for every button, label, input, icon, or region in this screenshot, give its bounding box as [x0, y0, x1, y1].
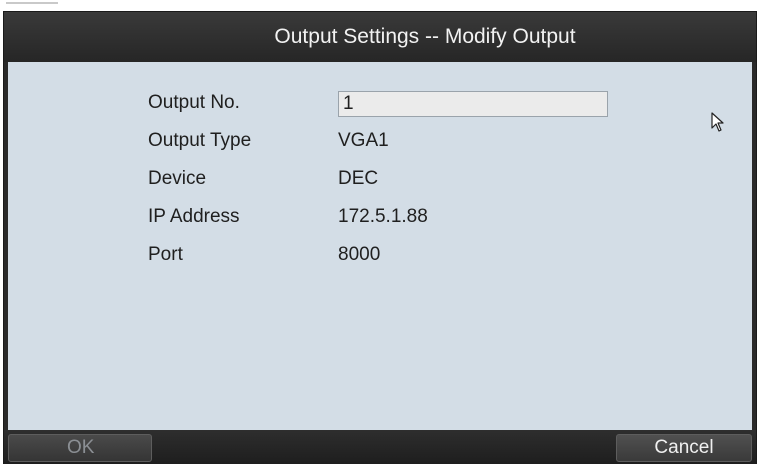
output-type-value: VGA1: [338, 130, 389, 151]
top-strip-mark: [6, 2, 58, 4]
ip-address-value: 172.5.1.88: [338, 206, 428, 227]
port-value: 8000: [338, 244, 381, 265]
mouse-pointer-icon: [711, 112, 724, 132]
port-label: Port: [148, 244, 183, 265]
device-row: Device DEC: [8, 164, 752, 194]
ip-address-row: IP Address 172.5.1.88: [8, 202, 752, 232]
output-no-input[interactable]: [338, 91, 608, 117]
modify-output-dialog: Output Settings -- Modify Output Output …: [4, 12, 756, 464]
output-no-row: Output No.: [8, 88, 752, 118]
device-label: Device: [148, 168, 207, 189]
screen-top-strip: [0, 0, 760, 12]
ip-address-label: IP Address: [148, 206, 240, 227]
ok-button[interactable]: OK: [8, 434, 152, 462]
output-no-label: Output No.: [148, 92, 240, 113]
cancel-button[interactable]: Cancel: [616, 434, 752, 462]
dialog-footer: OK Cancel: [4, 430, 756, 464]
dialog-body: Output No. Output Type VGA1 Device DEC I…: [8, 62, 752, 430]
output-type-label: Output Type: [148, 130, 252, 151]
device-value: DEC: [338, 168, 379, 189]
dialog-title: Output Settings -- Modify Output: [4, 12, 756, 62]
output-type-row: Output Type VGA1: [8, 126, 752, 156]
port-row: Port 8000: [8, 240, 752, 270]
